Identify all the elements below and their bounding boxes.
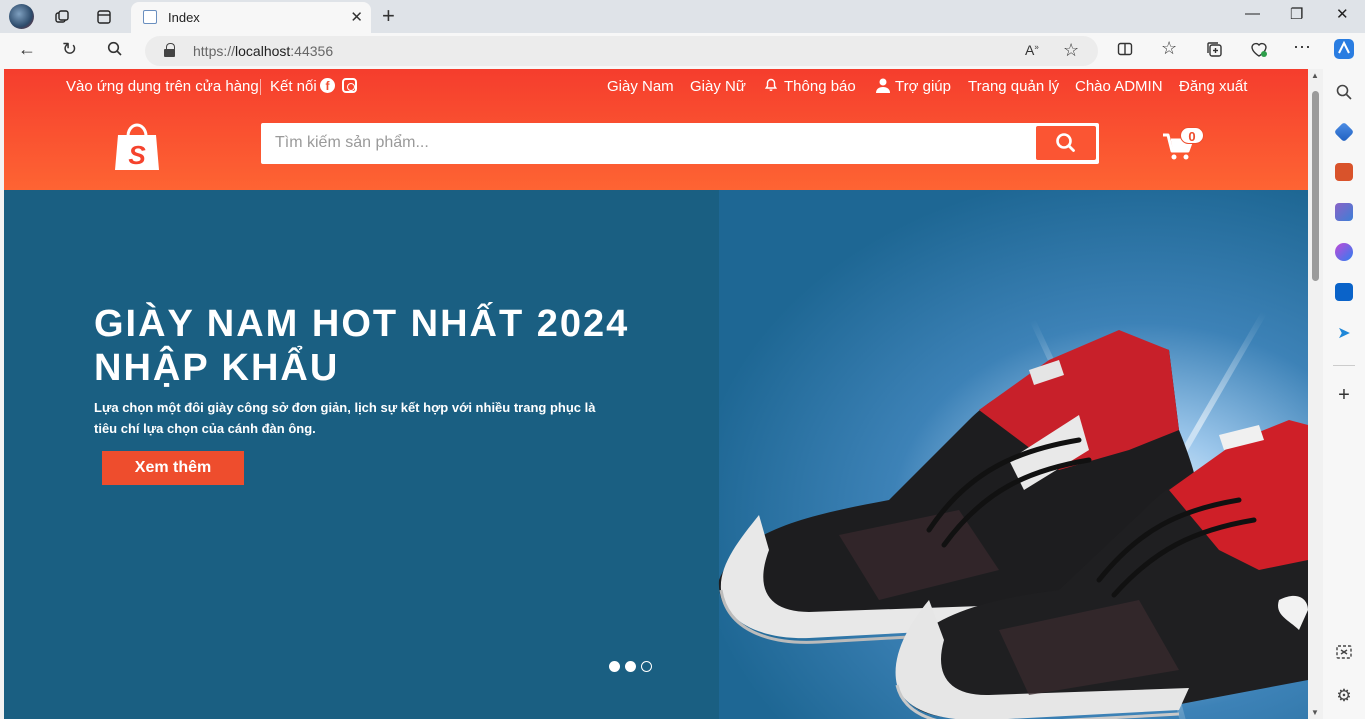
scroll-up-icon[interactable]: ▲ — [1311, 71, 1319, 80]
site-header: Vào ứng dụng trên cửa hàng Kết nối f Già… — [4, 69, 1308, 190]
nav-notifications[interactable]: Thông báo — [784, 78, 856, 95]
outlook-icon[interactable] — [1335, 283, 1353, 301]
window-close-icon[interactable]: ✕ — [1336, 5, 1349, 23]
read-aloud-icon[interactable]: A» — [1025, 42, 1039, 58]
connect-label: Kết nối — [270, 78, 317, 95]
microsoft-365-icon[interactable] — [1335, 243, 1353, 261]
address-bar[interactable]: https://localhost:44356 A» ☆ — [145, 36, 1098, 66]
page-favicon-icon — [143, 10, 157, 24]
user-icon[interactable] — [876, 78, 890, 96]
lock-icon[interactable] — [164, 43, 175, 57]
hero-description: Lựa chọn một đôi giày công sở đơn giản, … — [94, 400, 596, 436]
hero-title-line-1: GIÀY NAM HOT NHẤT 2024 — [94, 303, 630, 345]
bell-icon[interactable] — [764, 78, 778, 94]
nav-admin[interactable]: Trang quản lý — [968, 78, 1059, 95]
nav-logout[interactable]: Đăng xuất — [1179, 78, 1247, 95]
hero-title-line-2: NHẬP KHẨU — [94, 347, 340, 389]
search-icon[interactable] — [107, 41, 123, 62]
profile-avatar[interactable] — [9, 4, 34, 29]
split-screen-icon[interactable] — [1117, 41, 1133, 62]
see-more-button[interactable]: Xem thêm — [102, 451, 244, 485]
more-menu-icon[interactable]: ⋯ — [1293, 37, 1311, 58]
facebook-icon[interactable]: f — [320, 78, 335, 93]
send-telegram-icon[interactable]: ➤ — [1335, 323, 1353, 342]
divider — [260, 79, 261, 95]
search-input[interactable]: Tìm kiếm sản phẩm... — [275, 134, 429, 152]
cart-count-badge: 0 — [1180, 127, 1204, 144]
scroll-thumb[interactable] — [1312, 91, 1319, 281]
workspaces-icon[interactable] — [49, 4, 75, 30]
browser-sidebar: ➤ + ⚙ — [1323, 69, 1365, 719]
search-icon — [1056, 133, 1075, 152]
shopping-tag-icon[interactable] — [1333, 121, 1355, 143]
tools-briefcase-icon[interactable] — [1335, 163, 1353, 181]
url-text: https://localhost:44356 — [193, 43, 334, 59]
scroll-down-icon[interactable]: ▼ — [1311, 708, 1319, 717]
browser-toolbar: ← ↻ https://localhost:44356 A» ☆ ☆ ⋯ — [0, 33, 1365, 69]
games-icon[interactable] — [1335, 203, 1353, 221]
back-icon[interactable]: ← — [18, 39, 36, 60]
carousel-dot-1[interactable] — [609, 661, 620, 672]
favorite-star-icon[interactable]: ☆ — [1063, 40, 1079, 61]
tab-actions-icon[interactable] — [91, 4, 117, 30]
browser-essentials-icon[interactable] — [1250, 41, 1268, 63]
copilot-icon[interactable] — [1333, 38, 1355, 65]
search-button[interactable] — [1036, 126, 1096, 160]
web-page: Vào ứng dụng trên cửa hàng Kết nối f Già… — [4, 69, 1308, 719]
hero-title: GIÀY NAM HOT NHẤT 2024 NHẬP KHẨU — [94, 302, 694, 390]
carousel-dot-3[interactable] — [641, 661, 652, 672]
nav-men-shoes[interactable]: Giày Nam — [607, 78, 674, 95]
refresh-icon[interactable]: ↻ — [62, 39, 77, 60]
greeting-label: Chào ADMIN — [1075, 78, 1163, 95]
browser-tab-bar: Index ✕ + — ❐ ✕ — [0, 0, 1365, 33]
sidebar-settings-gear-icon[interactable]: ⚙ — [1335, 687, 1353, 705]
screenshot-icon[interactable] — [1335, 643, 1353, 661]
nav-help[interactable]: Trợ giúp — [895, 78, 951, 95]
shop-logo-icon[interactable]: S — [114, 122, 160, 172]
app-store-link[interactable]: Vào ứng dụng trên cửa hàng — [66, 78, 259, 95]
carousel-dot-2[interactable] — [625, 661, 636, 672]
sidebar-divider — [1333, 365, 1355, 366]
product-search: Tìm kiếm sản phẩm... — [261, 123, 1099, 164]
minimize-icon[interactable]: — — [1245, 5, 1260, 22]
close-tab-icon[interactable]: ✕ — [350, 8, 363, 26]
add-sidebar-app-icon[interactable]: + — [1335, 385, 1353, 405]
svg-text:S: S — [128, 140, 146, 170]
tab-index[interactable]: Index ✕ — [131, 2, 371, 33]
sidebar-search-icon[interactable] — [1335, 83, 1353, 101]
hero-banner: GIÀY NAM HOT NHẤT 2024 NHẬP KHẨU Lựa chọ… — [4, 190, 1308, 719]
nav-women-shoes[interactable]: Giày Nữ — [690, 78, 746, 95]
sneakers-image — [718, 330, 1308, 719]
favorites-icon[interactable]: ☆ — [1161, 38, 1177, 59]
tab-title: Index — [168, 10, 200, 25]
restore-icon[interactable]: ❐ — [1290, 5, 1303, 23]
new-tab-icon[interactable]: + — [382, 3, 395, 29]
page-scrollbar[interactable]: ▲ ▼ — [1308, 69, 1323, 719]
collections-icon[interactable] — [1206, 41, 1223, 63]
instagram-icon[interactable] — [342, 78, 357, 93]
